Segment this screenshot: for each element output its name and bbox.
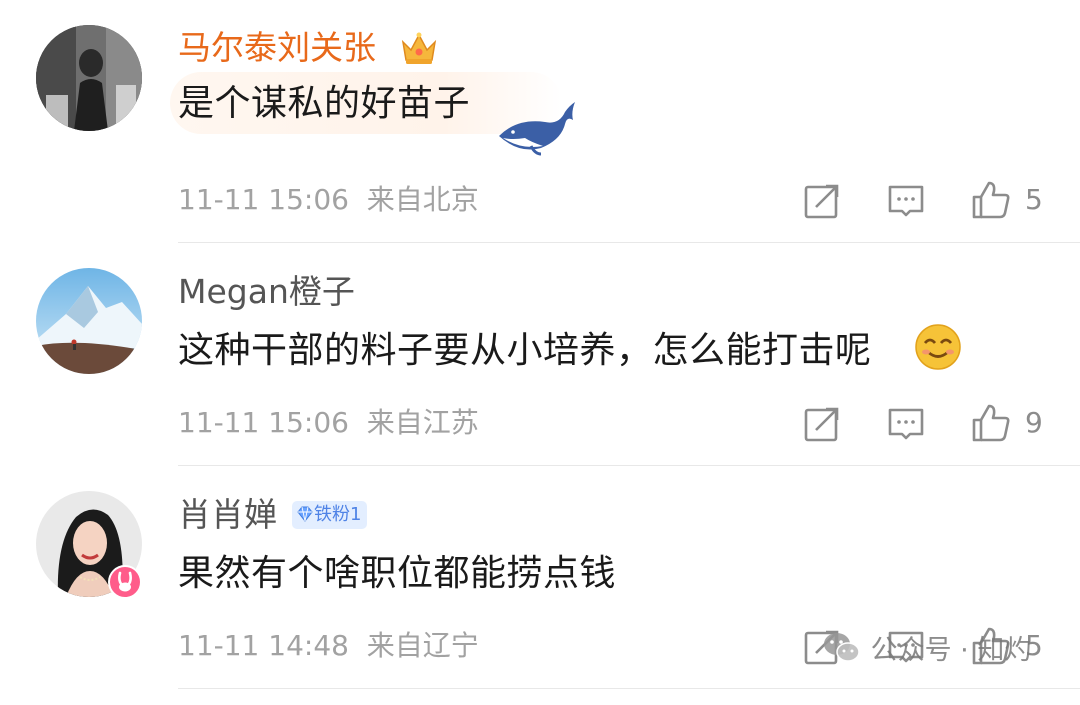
comment-text: 是个谋私的好苗子 <box>178 83 471 124</box>
smile-emoji-icon <box>914 323 962 371</box>
whale-icon <box>495 98 577 156</box>
divider <box>178 465 1080 466</box>
like-count: 5 <box>1025 183 1043 216</box>
avatar[interactable] <box>36 268 142 374</box>
comment-time: 11-11 14:48 来自辽宁 <box>178 629 479 662</box>
rabbit-badge-icon <box>108 565 142 599</box>
divider <box>178 688 1080 689</box>
comment-text: 果然有个啥职位都能捞点钱 <box>178 553 617 594</box>
watermark-text: 公众号 · 知灼 <box>870 635 1032 666</box>
wechat-icon <box>822 631 862 665</box>
repost-icon[interactable] <box>802 181 842 221</box>
fan-badge-label: 铁粉1 <box>314 504 362 525</box>
reply-icon[interactable] <box>886 404 926 444</box>
fan-badge[interactable]: 铁粉1 <box>292 501 368 529</box>
like-icon[interactable] <box>970 402 1010 442</box>
diamond-icon <box>296 504 314 522</box>
comment-text: 这种干部的料子要从小培养，怎么能打击呢 <box>178 330 872 371</box>
avatar[interactable] <box>36 25 142 131</box>
repost-icon[interactable] <box>802 404 842 444</box>
watermark: 公众号 · 知灼 <box>822 630 1031 672</box>
reply-icon[interactable] <box>886 181 926 221</box>
username[interactable]: 马尔泰刘关张 <box>178 28 376 68</box>
like-count: 9 <box>1025 406 1043 439</box>
like-icon[interactable] <box>970 179 1010 219</box>
divider <box>178 242 1080 243</box>
comment-time: 11-11 15:06 来自江苏 <box>178 406 479 439</box>
comment-time: 11-11 15:06 来自北京 <box>178 183 479 216</box>
username[interactable]: 肖肖婵 <box>178 495 277 535</box>
crown-icon <box>400 30 438 66</box>
username[interactable]: Megan橙子 <box>178 272 355 312</box>
